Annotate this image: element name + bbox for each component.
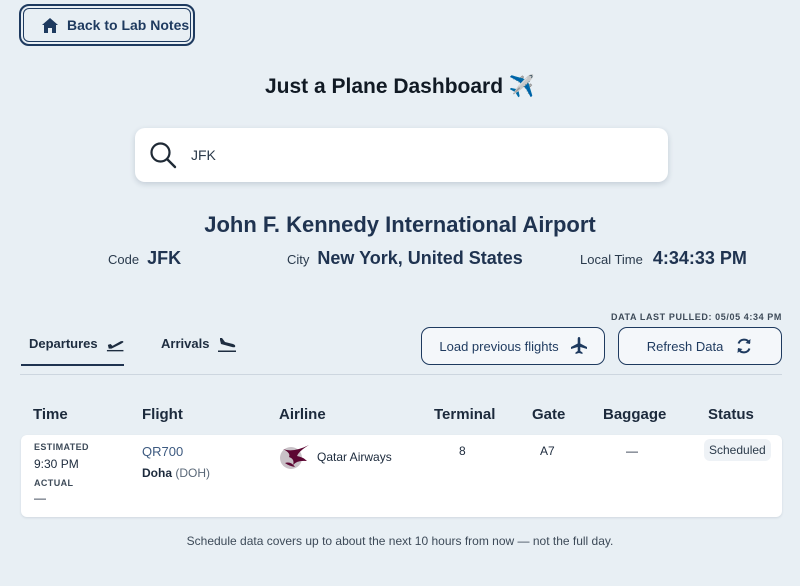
airport-city-group: City New York, United States (287, 248, 523, 269)
time-cell: ESTIMATED 9:30 PM ACTUAL — (34, 442, 89, 505)
home-icon (42, 17, 58, 33)
airport-name: John F. Kennedy International Airport (204, 212, 596, 237)
col-time: Time (33, 406, 68, 423)
col-gate: Gate (532, 406, 566, 423)
search-input[interactable] (191, 147, 611, 163)
status-badge: Scheduled (704, 439, 771, 461)
page-title: Just a Plane Dashboard ✈️ (0, 75, 800, 99)
page-title-text: Just a Plane Dashboard (264, 75, 504, 98)
flight-cell: QR700 Doha (DOH) (142, 444, 210, 480)
flights-table-header: Time Flight Airline Terminal Gate Baggag… (0, 406, 800, 426)
load-previous-label: Load previous flights (439, 338, 559, 354)
tab-arrivals-label: Arrivals (161, 336, 210, 351)
tabs-divider (20, 374, 782, 375)
city-label: City (287, 252, 310, 267)
city-value: New York, United States (317, 248, 523, 268)
refresh-data-label: Refresh Data (646, 338, 724, 354)
local-time-group: Local Time 4:34:33 PM (580, 248, 747, 269)
destination-code: (DOH) (175, 466, 211, 480)
tab-departures-label: Departures (29, 336, 98, 351)
col-status: Status (708, 406, 754, 423)
refresh-data-button[interactable]: Refresh Data (618, 327, 782, 365)
back-button-label: Back to Lab Notes (67, 17, 190, 33)
flight-number[interactable]: QR700 (142, 444, 210, 459)
tab-arrivals[interactable]: Arrivals (161, 336, 237, 366)
col-flight: Flight (142, 406, 183, 423)
qatar-airways-logo-icon (280, 445, 309, 469)
code-value: JFK (147, 248, 182, 268)
schedule-footnote: Schedule data covers up to about the nex… (186, 534, 614, 548)
airline-cell: Qatar Airways (279, 443, 392, 471)
airplane-icon (570, 337, 587, 354)
refresh-icon (737, 338, 751, 354)
actual-time: — (34, 491, 46, 505)
code-label: Code (108, 252, 140, 267)
load-previous-flights-button[interactable]: Load previous flights (421, 327, 605, 365)
terminal-cell: 8 (459, 444, 466, 458)
search-icon (150, 142, 177, 169)
table-row[interactable]: ESTIMATED 9:30 PM ACTUAL — QR700 Doha (D… (21, 435, 782, 517)
airport-code-group: Code JFK (108, 248, 181, 269)
estimated-label: ESTIMATED (34, 442, 89, 452)
search-bar[interactable] (135, 128, 668, 182)
data-last-pulled: DATA LAST PULLED: 05/05 4:34 PM (611, 312, 782, 322)
back-to-lab-notes-button[interactable]: Back to Lab Notes (19, 4, 195, 46)
actual-label: ACTUAL (34, 478, 74, 488)
airplane-emoji-icon: ✈️ (508, 75, 536, 98)
tab-departures[interactable]: Departures (21, 336, 124, 366)
status-cell: Scheduled (704, 439, 771, 461)
estimated-time: 9:30 PM (34, 457, 79, 471)
local-time-value: 4:34:33 PM (652, 248, 747, 268)
col-baggage: Baggage (603, 406, 667, 423)
airline-name: Qatar Airways (317, 450, 392, 464)
plane-arrival-icon (218, 338, 237, 352)
gate-cell: A7 (540, 444, 555, 458)
local-time-label: Local Time (580, 252, 643, 267)
plane-departure-icon (106, 340, 124, 352)
col-terminal: Terminal (434, 406, 496, 423)
baggage-cell: — (626, 444, 638, 458)
destination-city: Doha (142, 466, 172, 480)
col-airline: Airline (279, 406, 326, 423)
